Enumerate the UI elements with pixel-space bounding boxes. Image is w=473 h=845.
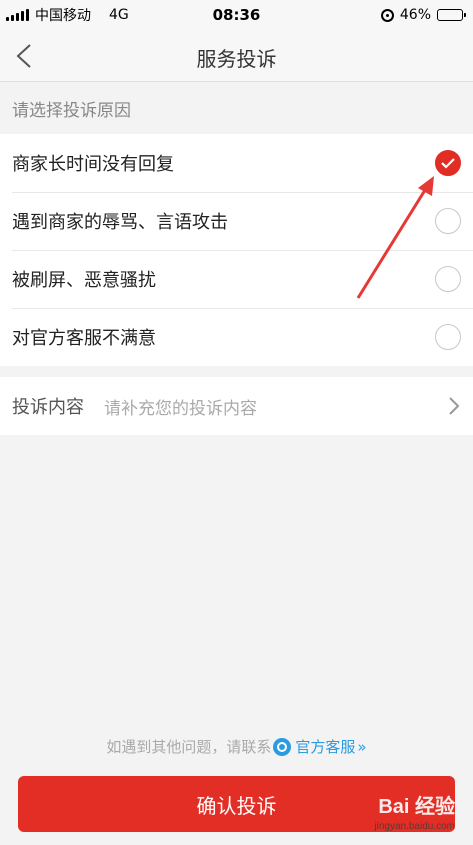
help-prefix: 如遇到其他问题，请联系 bbox=[106, 738, 272, 756]
battery-percent: 46% bbox=[399, 7, 431, 23]
reason-label: 对官方客服不满意 bbox=[12, 328, 156, 349]
status-bar: 中国移动 4G 08:36 46% bbox=[0, 0, 473, 30]
official-service-label: 官方客服 bbox=[295, 738, 356, 756]
reason-section-label: 请选择投诉原因 bbox=[12, 101, 131, 121]
double-chevron-icon: » bbox=[357, 737, 367, 756]
checkmark-icon bbox=[441, 158, 455, 169]
official-service-link[interactable]: 官方客服 » bbox=[271, 736, 367, 757]
reason-label: 遇到商家的辱骂、言语攻击 bbox=[12, 212, 228, 233]
help-line: 如遇到其他问题，请联系 官方客服 » bbox=[0, 736, 473, 757]
battery-icon bbox=[437, 9, 466, 21]
complaint-content-placeholder: 请补充您的投诉内容 bbox=[104, 398, 257, 419]
customer-service-icon bbox=[273, 737, 292, 756]
baidu-watermark: Bai 经验 jingyan.baidu.com bbox=[374, 790, 455, 832]
chevron-right-icon bbox=[449, 397, 460, 415]
reason-label: 被刷屏、恶意骚扰 bbox=[12, 270, 156, 291]
page-title: 服务投诉 bbox=[196, 47, 277, 71]
reason-label: 商家长时间没有回复 bbox=[12, 154, 174, 175]
annotation-arrow-icon bbox=[356, 176, 434, 299]
nav-bar: 服务投诉 bbox=[0, 30, 473, 82]
watermark-sub: jingyan.baidu.com bbox=[374, 821, 455, 832]
watermark-main: Bai 经验 bbox=[378, 796, 455, 818]
rotation-lock-icon bbox=[380, 8, 394, 22]
complaint-content-label: 投诉内容 bbox=[12, 397, 84, 418]
reason-option[interactable]: 对官方客服不满意 bbox=[0, 308, 473, 366]
status-right: 46% bbox=[380, 7, 466, 23]
complaint-content-row[interactable]: 投诉内容 请补充您的投诉内容 bbox=[0, 377, 473, 435]
radio-unchecked-icon[interactable] bbox=[435, 324, 461, 350]
